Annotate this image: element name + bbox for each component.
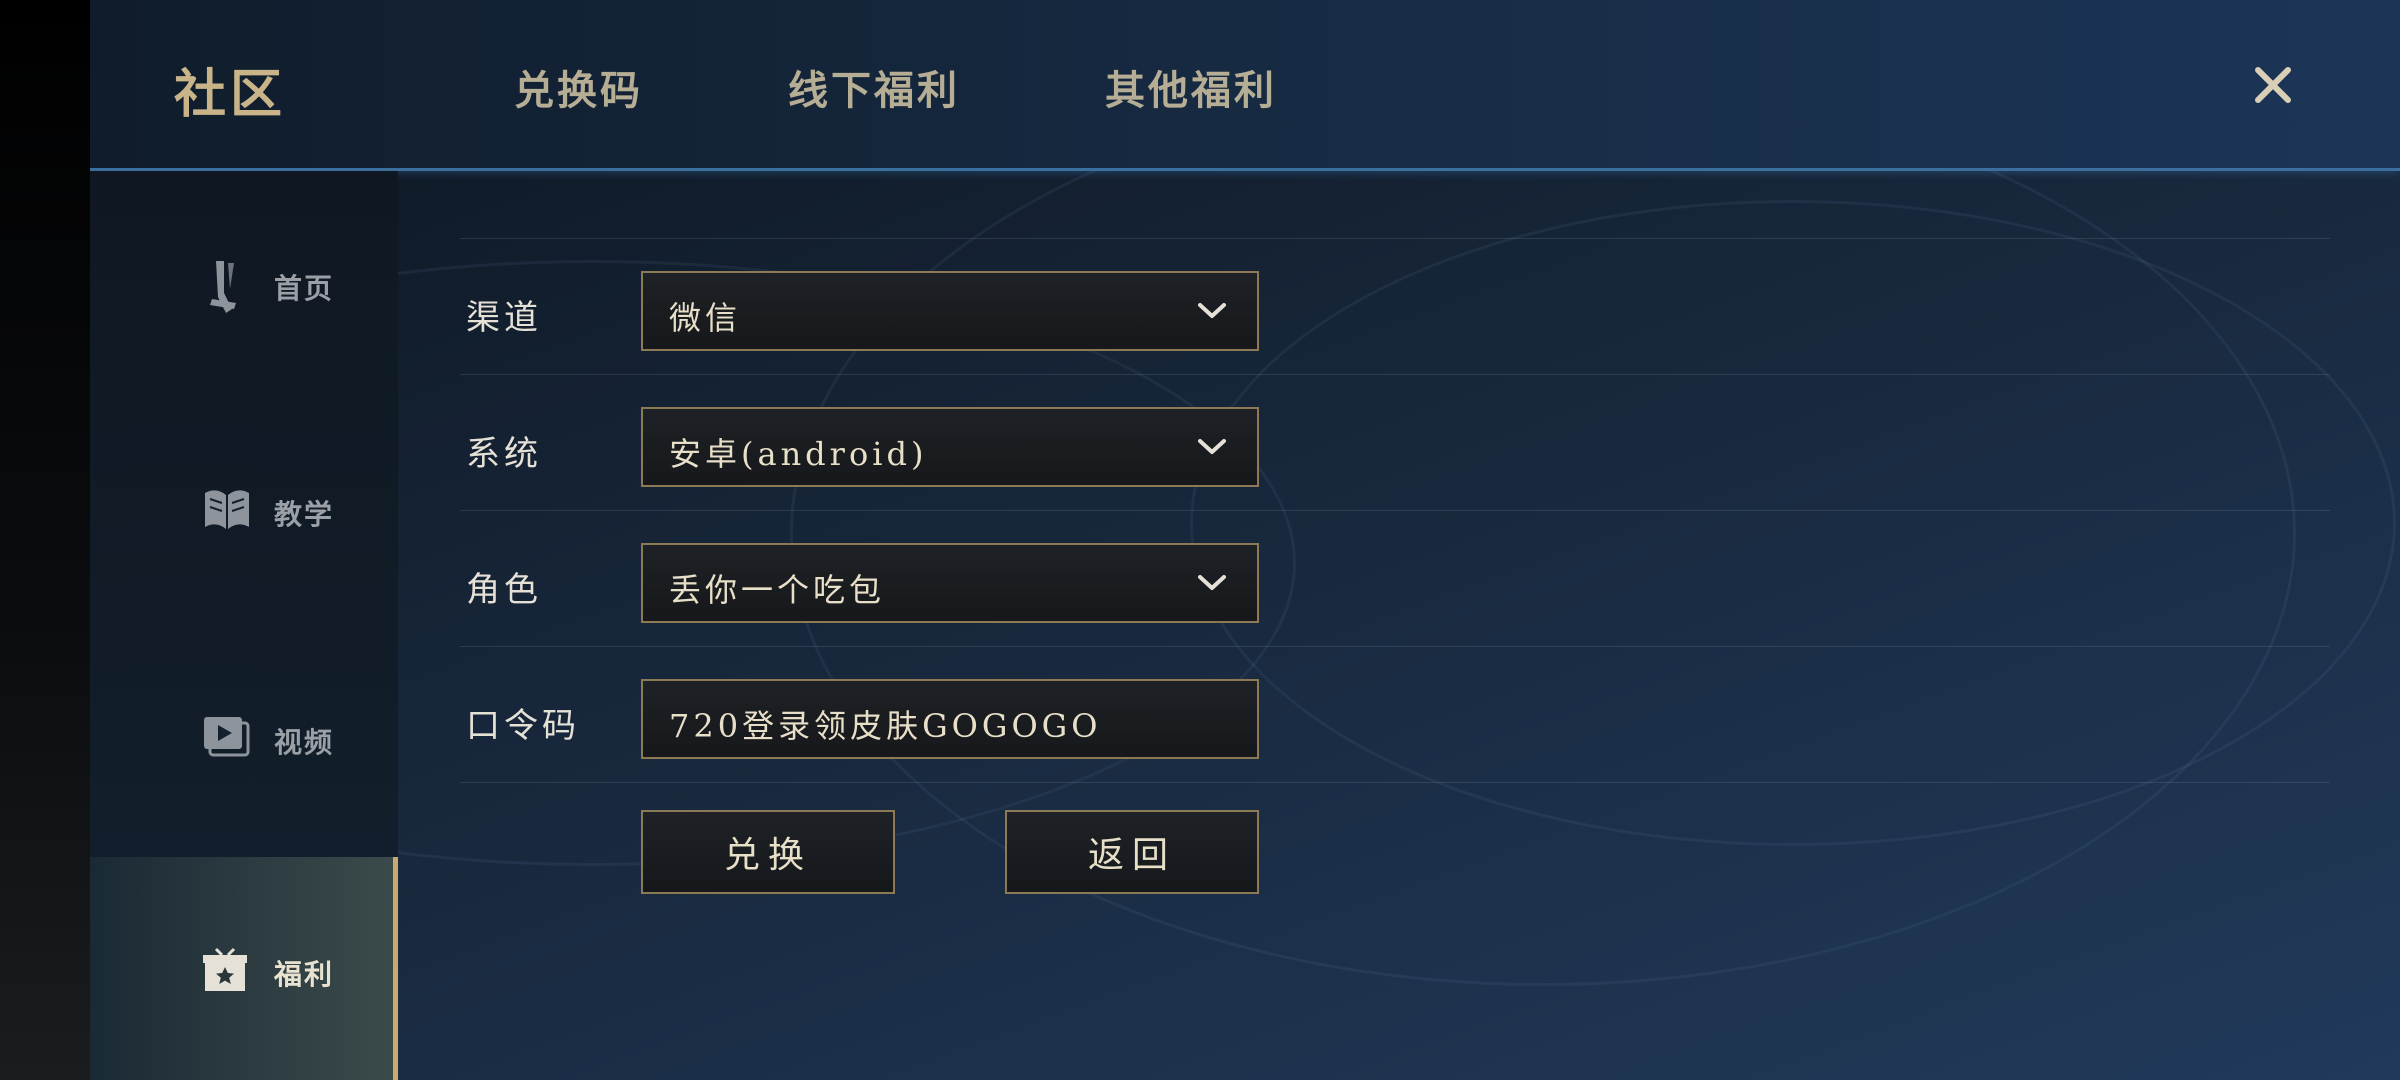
code-value: 720登录领皮肤GOGOGO — [669, 707, 1102, 745]
sidebar: 首页 教学 视频 福利 — [90, 171, 398, 1080]
gift-icon — [202, 947, 250, 995]
row-divider — [460, 238, 2330, 239]
page-title: 社区 — [174, 65, 287, 125]
system-select[interactable]: 安卓(android) — [641, 407, 1259, 487]
sidebar-item-label: 教学 — [274, 498, 335, 531]
sidebar-item-tutorial[interactable]: 教学 — [90, 407, 398, 607]
channel-value: 微信 — [669, 299, 742, 337]
redeem-button[interactable]: 兑换 — [641, 810, 895, 894]
app-window: 社区 兑换码 线下福利 其他福利 首页 教学 视频 福利 渠道 微信 系统 安卓… — [90, 0, 2400, 1080]
role-select[interactable]: 丢你一个吃包 — [641, 543, 1259, 623]
row-divider — [460, 782, 2330, 783]
sidebar-item-home[interactable]: 首页 — [90, 181, 398, 381]
screen: 社区 兑换码 线下福利 其他福利 首页 教学 视频 福利 渠道 微信 系统 安卓… — [0, 0, 2400, 1080]
row-divider — [460, 510, 2330, 511]
channel-label: 渠道 — [466, 298, 542, 338]
back-button[interactable]: 返回 — [1005, 810, 1259, 894]
sidebar-item-label: 首页 — [274, 272, 335, 305]
role-value: 丢你一个吃包 — [669, 571, 886, 609]
code-input[interactable]: 720登录领皮肤GOGOGO — [641, 679, 1259, 759]
row-divider — [460, 374, 2330, 375]
role-label: 角色 — [466, 570, 542, 610]
chevron-down-icon — [1197, 573, 1227, 593]
chevron-down-icon — [1197, 437, 1227, 457]
sidebar-item-label: 福利 — [274, 958, 335, 991]
chevron-down-icon — [1197, 301, 1227, 321]
sidebar-item-label: 视频 — [274, 726, 335, 759]
system-label: 系统 — [466, 434, 542, 474]
sidebar-item-video[interactable]: 视频 — [90, 635, 398, 835]
background-swirl — [1190, 200, 2396, 846]
book-icon — [202, 485, 250, 533]
left-edge-strip — [0, 0, 90, 1080]
channel-select[interactable]: 微信 — [641, 271, 1259, 351]
tab-other-benefits[interactable]: 其他福利 — [1105, 58, 1277, 116]
tab-offline-benefits[interactable]: 线下福利 — [788, 58, 960, 116]
sword-icon — [202, 259, 250, 313]
sidebar-item-benefits[interactable]: 福利 — [90, 857, 398, 1080]
system-value: 安卓(android) — [669, 435, 928, 473]
close-icon[interactable] — [2246, 58, 2300, 112]
row-divider — [460, 646, 2330, 647]
code-label: 口令码 — [466, 706, 580, 746]
video-icon — [202, 713, 250, 761]
top-bar: 社区 兑换码 线下福利 其他福利 — [90, 0, 2400, 171]
tab-redeem-code[interactable]: 兑换码 — [514, 58, 643, 116]
